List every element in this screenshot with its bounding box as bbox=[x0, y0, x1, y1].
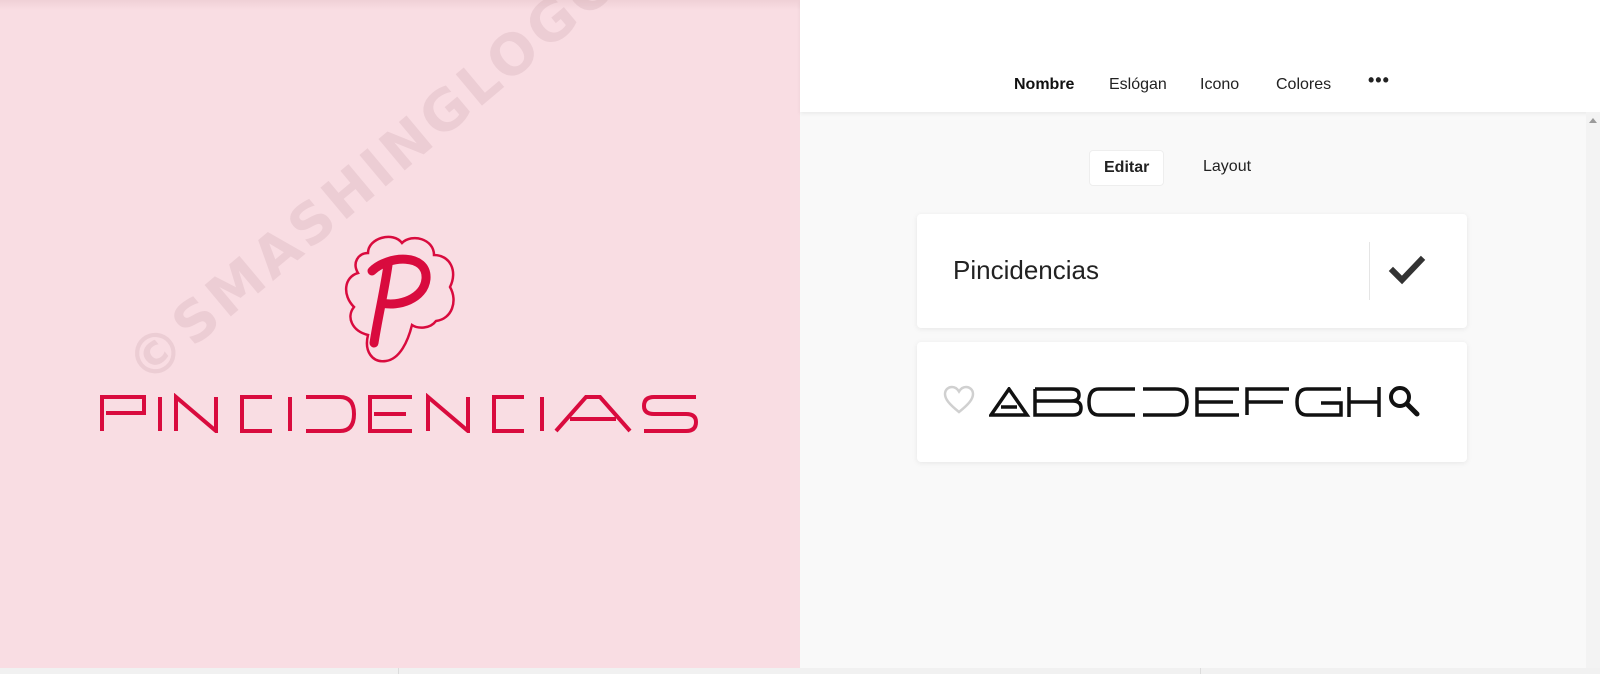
heart-outline-icon[interactable] bbox=[943, 385, 975, 415]
nav-tab-icono[interactable]: Icono bbox=[1200, 76, 1239, 94]
logo-preview: ©SMASHINGLOGO bbox=[0, 0, 800, 668]
preview-top-shadow bbox=[0, 0, 800, 10]
card-divider bbox=[1369, 242, 1370, 300]
top-navigation: Nombre Eslógan Icono Colores ••• bbox=[800, 0, 1600, 112]
more-options-icon[interactable]: ••• bbox=[1368, 70, 1390, 91]
subtab-layout[interactable]: Layout bbox=[1189, 150, 1265, 184]
bottom-tick bbox=[398, 668, 399, 674]
checkmark-icon[interactable] bbox=[1387, 250, 1427, 290]
bottom-edge bbox=[0, 668, 1600, 674]
subtab-bar: Editar Layout bbox=[800, 150, 1600, 186]
subtab-editar[interactable]: Editar bbox=[1089, 150, 1165, 186]
brand-name-card bbox=[917, 214, 1467, 328]
search-icon[interactable] bbox=[1387, 384, 1421, 418]
font-selector-card bbox=[917, 342, 1467, 462]
logo-wordmark bbox=[100, 393, 699, 433]
bottom-tick bbox=[1200, 668, 1201, 674]
vertical-scrollbar[interactable] bbox=[1586, 112, 1600, 674]
nav-tab-colores[interactable]: Colores bbox=[1276, 76, 1331, 94]
nav-tab-nombre[interactable]: Nombre bbox=[1014, 76, 1074, 94]
nav-tab-eslogan[interactable]: Eslógan bbox=[1109, 76, 1167, 94]
font-sample-preview[interactable] bbox=[989, 387, 1381, 417]
editor-panel: Nombre Eslógan Icono Colores ••• Editar … bbox=[800, 0, 1600, 674]
scroll-up-arrow-icon[interactable] bbox=[1589, 118, 1597, 123]
brand-name-input[interactable] bbox=[953, 250, 1353, 290]
logo-monogram-icon bbox=[345, 235, 455, 363]
